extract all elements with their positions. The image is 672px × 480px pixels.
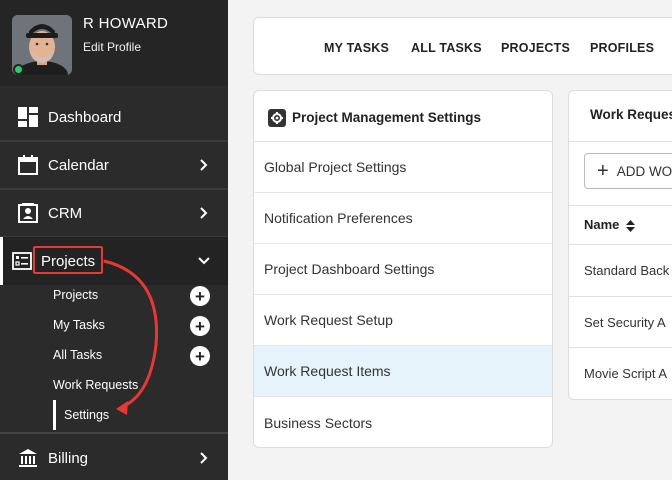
edit-profile-link[interactable]: Edit Profile — [83, 40, 141, 54]
sidebar-item-label: Billing — [48, 449, 89, 467]
divider — [569, 296, 672, 297]
gear-icon — [268, 109, 286, 127]
settings-row-business-sectors[interactable]: Business Sectors — [254, 397, 552, 447]
checklist-icon — [11, 250, 33, 272]
submenu-item-projects[interactable]: Projects — [53, 288, 98, 302]
settings-panel: Project Management Settings Global Proje… — [253, 90, 553, 448]
work-requests-panel: Work Reques + ADD WO Name Standard Back … — [568, 90, 672, 400]
sidebar-item-dashboard[interactable]: Dashboard — [0, 93, 228, 141]
sidebar-item-label: Calendar — [48, 156, 109, 174]
bank-icon — [17, 447, 39, 469]
contact-card-icon — [17, 202, 39, 224]
dashboard-icon — [17, 106, 39, 128]
chevron-right-icon — [198, 207, 210, 219]
user-name: R HOWARD — [83, 15, 169, 32]
table-row[interactable]: Standard Back — [584, 263, 669, 278]
submenu-item-all-tasks[interactable]: All Tasks — [53, 348, 102, 362]
settings-row-work-request-items[interactable]: Work Request Items — [254, 346, 552, 397]
profile-section: R HOWARD Edit Profile — [0, 0, 228, 86]
add-my-task-button[interactable]: + — [190, 316, 210, 336]
column-header-label: Name — [584, 217, 620, 232]
divider — [569, 205, 672, 206]
tab-profiles[interactable]: PROFILES — [590, 41, 654, 55]
online-status-dot — [13, 64, 24, 75]
add-work-request-button[interactable]: + ADD WO — [584, 153, 672, 189]
column-header-name[interactable]: Name — [584, 217, 636, 232]
tab-all-tasks[interactable]: ALL TASKS — [411, 41, 482, 55]
chevron-down-icon — [198, 255, 210, 267]
settings-row-work-request-setup[interactable]: Work Request Setup — [254, 295, 552, 346]
sidebar-item-billing[interactable]: Billing — [0, 434, 228, 480]
active-indicator — [0, 237, 3, 285]
settings-row-dashboard[interactable]: Project Dashboard Settings — [254, 244, 552, 295]
panel-header: Project Management Settings — [254, 91, 552, 142]
table-row[interactable]: Set Security A — [584, 315, 666, 330]
add-project-button[interactable]: + — [190, 286, 210, 306]
table-row[interactable]: Movie Script A — [584, 366, 667, 381]
tab-projects[interactable]: PROJECTS — [501, 41, 570, 55]
highlight-box — [33, 246, 103, 274]
sidebar-item-label: Dashboard — [48, 108, 122, 126]
panel-title: Project Management Settings — [292, 110, 482, 125]
active-submenu-indicator — [53, 400, 56, 430]
divider — [569, 347, 672, 348]
panel-title: Work Reques — [590, 107, 672, 122]
top-navigation: MY TASKS ALL TASKS PROJECTS PROFILES — [253, 17, 672, 75]
divider — [569, 244, 672, 245]
add-button-label: ADD WO — [616, 163, 672, 179]
tab-my-tasks[interactable]: MY TASKS — [324, 41, 389, 55]
annotation-arrow-icon — [103, 259, 159, 415]
sidebar-item-calendar[interactable]: Calendar — [0, 141, 228, 189]
plus-icon: + — [597, 160, 609, 182]
chevron-right-icon — [198, 159, 210, 171]
settings-row-global[interactable]: Global Project Settings — [254, 142, 552, 193]
settings-row-notifications[interactable]: Notification Preferences — [254, 193, 552, 244]
submenu-item-my-tasks[interactable]: My Tasks — [53, 318, 105, 332]
chevron-right-icon — [198, 452, 210, 464]
sidebar-item-label: CRM — [48, 204, 83, 222]
divider — [569, 141, 672, 142]
add-task-button[interactable]: + — [190, 346, 210, 366]
sidebar-item-crm[interactable]: CRM — [0, 189, 228, 237]
sort-icon — [626, 219, 636, 232]
calendar-icon — [17, 154, 39, 176]
sidebar: R HOWARD Edit Profile Dashboard Calendar… — [0, 0, 228, 480]
